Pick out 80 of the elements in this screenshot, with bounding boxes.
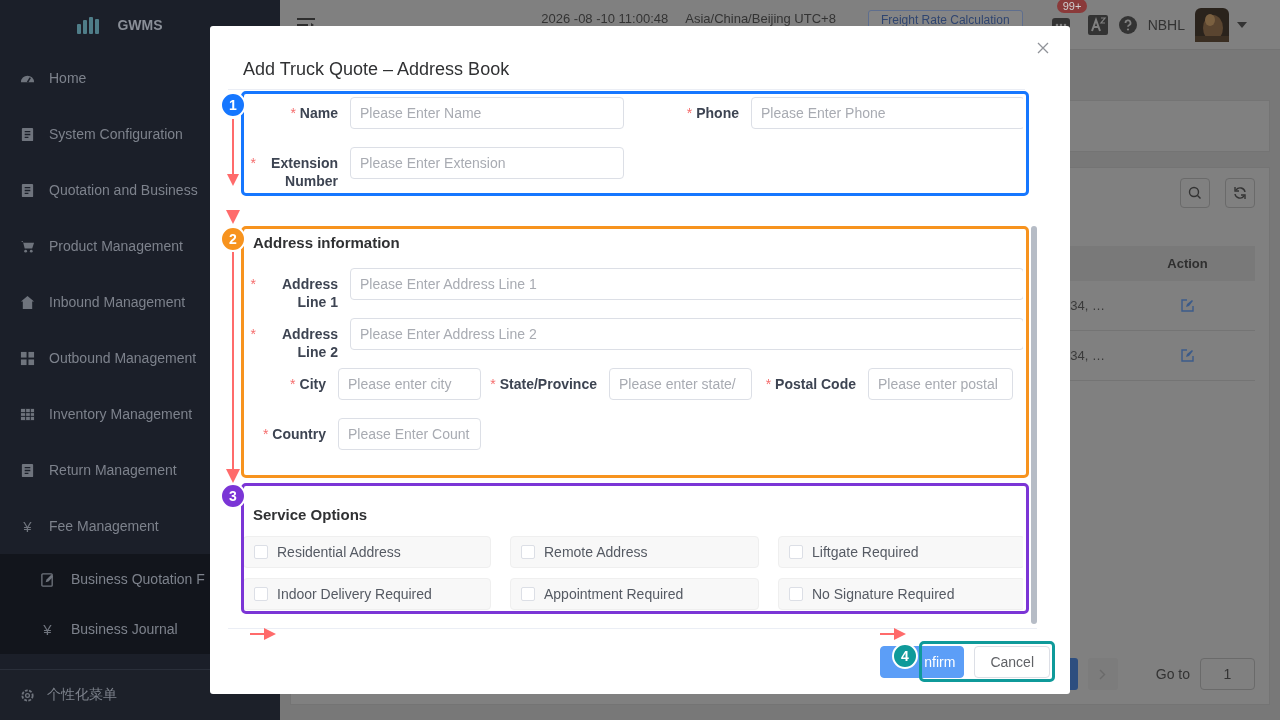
menu-label: Product Management	[49, 238, 183, 254]
step-number-badge: 2	[220, 226, 246, 252]
option-checkbox[interactable]: Remote Address	[510, 536, 759, 568]
input-field[interactable]: Please Enter Phone	[751, 97, 1023, 129]
input-field[interactable]: Please Enter Name	[350, 97, 624, 129]
arrow	[249, 628, 276, 640]
section-title: Service Options	[252, 506, 369, 523]
document-icon	[20, 462, 35, 478]
menu-label: System Configuration	[49, 126, 183, 142]
menu-label: Outbound Management	[49, 350, 197, 366]
field-label: * Extension Number	[249, 154, 338, 190]
gear-icon	[20, 687, 35, 703]
step-number-badge: 4	[892, 643, 918, 669]
arrow	[879, 628, 906, 640]
edit-icon[interactable]	[1181, 349, 1194, 362]
field-label: * Phone	[685, 104, 739, 122]
input-field[interactable]: Please enter postal	[868, 368, 1013, 400]
search-icon	[1188, 186, 1202, 200]
yen-icon: ¥	[20, 517, 35, 535]
cancel-button[interactable]: Cancel	[974, 645, 1050, 678]
input-field[interactable]: Please Enter Extension	[350, 147, 624, 179]
field-label: * Country	[261, 425, 327, 443]
option-checkbox[interactable]: Liftgate Required	[778, 536, 1023, 568]
menu-label: Business Quotation F	[71, 571, 205, 587]
scrollbar[interactable]	[1031, 226, 1037, 624]
refresh-button[interactable]	[1225, 178, 1255, 208]
translate-icon[interactable]	[1087, 14, 1108, 35]
column-header: Action	[1166, 256, 1209, 271]
bars-logo-icon	[77, 16, 100, 34]
field-label: * State/Province	[489, 375, 598, 393]
input-field[interactable]: Please Enter Address Line 2	[350, 318, 1023, 350]
option-checkbox[interactable]: Indoor Delivery Required	[243, 578, 491, 610]
close-icon[interactable]	[1037, 42, 1049, 54]
grid-icon	[20, 350, 35, 366]
field-label: * Postal Code	[764, 375, 857, 393]
step-number-badge: 3	[220, 483, 246, 509]
app-logo-name: GWMS	[117, 17, 163, 33]
input-field[interactable]: Please enter city	[338, 368, 481, 400]
page-input[interactable]: 1	[1200, 658, 1255, 690]
option-checkbox[interactable]: Appointment Required	[510, 578, 759, 610]
option-checkbox[interactable]: Residential Address	[243, 536, 491, 568]
refresh-icon	[1233, 186, 1247, 200]
edit-icon	[40, 571, 55, 587]
menu-label: Business Journal	[71, 621, 178, 637]
menu-label: Inventory Management	[49, 406, 193, 422]
input-field[interactable]: Please Enter Count	[338, 418, 481, 450]
menu-label: Home	[49, 70, 87, 86]
field-label: * Address Line 1	[249, 275, 338, 311]
edit-icon[interactable]	[1181, 299, 1194, 312]
section-title: Address information	[252, 234, 401, 251]
search-button[interactable]	[1180, 178, 1210, 208]
dialog-title: Add Truck Quote – Address Book	[243, 59, 510, 80]
menu-label: Inbound Management	[49, 294, 186, 310]
house-icon	[20, 294, 35, 310]
arrow	[226, 210, 240, 224]
input-field[interactable]: Please Enter Address Line 1	[350, 268, 1023, 300]
user-name[interactable]: NBHL	[1147, 16, 1185, 33]
step-number-badge: 1	[220, 92, 246, 118]
menu-label: Return Management	[49, 462, 177, 478]
go-to-label: Go to	[1155, 666, 1190, 682]
caret-icon[interactable]	[1237, 21, 1247, 28]
help-icon[interactable]	[1118, 15, 1137, 34]
table-icon	[20, 406, 35, 422]
input-field[interactable]: Please enter state/	[609, 368, 752, 400]
cart-icon	[20, 238, 35, 254]
yen-icon: ¥	[40, 620, 55, 638]
option-checkbox[interactable]: No Signature Required	[778, 578, 1023, 610]
table-cell: 34, …	[1070, 348, 1105, 363]
menu-label: Fee Management	[49, 518, 159, 534]
field-label: * Address Line 2	[249, 325, 338, 361]
table-cell: 34, …	[1070, 298, 1105, 313]
field-label: * Name	[289, 104, 338, 122]
document-icon	[20, 182, 35, 198]
date-time: 2026 -08 -10 11:00:48	[541, 10, 669, 26]
timezone-select[interactable]: Asia/China/Beijing UTC+8	[685, 10, 836, 26]
arrow	[227, 118, 239, 186]
menu-label: Quotation and Business	[49, 182, 198, 198]
field-label: * City	[289, 375, 327, 393]
document-icon	[20, 126, 35, 142]
notification-badge: 99+	[1056, 0, 1088, 13]
